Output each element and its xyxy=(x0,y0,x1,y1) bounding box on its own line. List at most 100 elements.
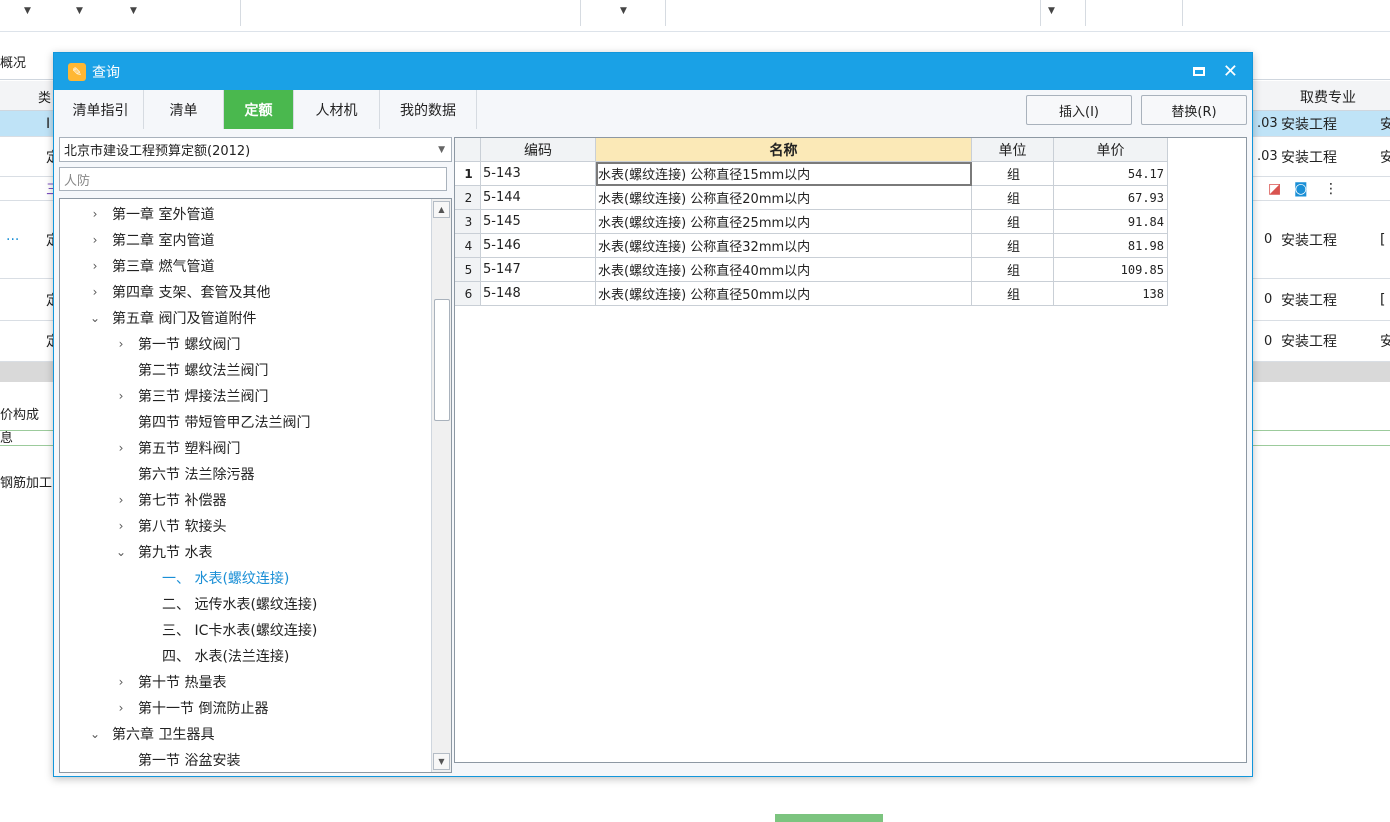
grid-cell-unit[interactable]: 组 xyxy=(972,282,1054,306)
grid-cell-price[interactable]: 91.84 xyxy=(1054,210,1168,234)
chevron-down-icon[interactable]: ▼ xyxy=(76,6,83,16)
chevron-down-icon[interactable]: ▼ xyxy=(1048,6,1055,16)
scroll-thumb[interactable] xyxy=(434,299,450,421)
grid-cell-code[interactable]: 5-144 xyxy=(481,186,596,210)
user-icon[interactable]: ◙ xyxy=(1294,177,1308,200)
tree-item[interactable]: › 第十节 热量表 xyxy=(114,669,227,695)
replace-button[interactable]: 替换(R) xyxy=(1141,95,1247,125)
tree-item[interactable]: › 第八节 软接头 xyxy=(114,513,227,539)
grid-cell-price[interactable]: 138 xyxy=(1054,282,1168,306)
splitter-handle[interactable] xyxy=(775,814,883,822)
tab-overview[interactable]: 概况 xyxy=(0,52,26,71)
grid-cell-no[interactable]: 5 xyxy=(455,258,481,282)
chevron-down-icon[interactable]: ▼ xyxy=(620,6,627,16)
chevron-down-icon[interactable]: ⌄ xyxy=(114,545,128,559)
grid-cell-name[interactable]: 水表(螺纹连接) 公称直径32mm以内 xyxy=(596,234,972,258)
tree-item[interactable]: 第六节 法兰除污器 xyxy=(114,461,254,487)
grid-cell-name[interactable]: 水表(螺纹连接) 公称直径40mm以内 xyxy=(596,258,972,282)
dialog-titlebar[interactable]: ✎ 查询 ✕ xyxy=(54,53,1252,90)
search-input[interactable]: 人防 xyxy=(59,167,447,191)
grid-cell-name[interactable]: 水表(螺纹连接) 公称直径50mm以内 xyxy=(596,282,972,306)
grid-cell-code[interactable]: 5-143 xyxy=(481,162,596,186)
chevron-down-icon[interactable]: ▼ xyxy=(130,6,137,16)
column-header-price[interactable]: 单价 xyxy=(1054,138,1168,162)
chevron-right-icon[interactable]: › xyxy=(114,493,128,507)
grid-cell-price[interactable]: 109.85 xyxy=(1054,258,1168,282)
column-header-no[interactable] xyxy=(455,138,481,162)
pdf-icon[interactable]: ◪ xyxy=(1268,177,1281,200)
grid-cell-no[interactable]: 4 xyxy=(455,234,481,258)
tree-item[interactable]: 四、 水表(法兰连接) xyxy=(138,643,289,669)
tree-item[interactable]: 第一节 浴盆安装 xyxy=(114,747,240,772)
grid-cell-no[interactable]: 2 xyxy=(455,186,481,210)
tab-bill-guide[interactable]: 清单指引 xyxy=(58,90,144,129)
grid-cell-unit[interactable]: 组 xyxy=(972,234,1054,258)
grid-cell-code[interactable]: 5-145 xyxy=(481,210,596,234)
scroll-down-arrow-icon[interactable]: ▼ xyxy=(433,753,450,770)
grid-cell-no[interactable]: 3 xyxy=(455,210,481,234)
chevron-right-icon[interactable]: › xyxy=(88,207,102,221)
grid-cell-unit[interactable]: 组 xyxy=(972,162,1054,186)
tree-item[interactable]: › 第十一节 倒流防止器 xyxy=(114,695,269,721)
chevron-right-icon[interactable]: › xyxy=(114,701,128,715)
column-header-unit[interactable]: 单位 xyxy=(972,138,1054,162)
tab-labor-material-machine[interactable]: 人材机 xyxy=(294,90,380,129)
tree-item[interactable]: ⌄ 第六章 卫生器具 xyxy=(88,721,214,747)
grid-cell-name[interactable]: 水表(螺纹连接) 公称直径25mm以内 xyxy=(596,210,972,234)
tree-item[interactable]: › 第四章 支架、套管及其他 xyxy=(88,279,271,305)
chevron-right-icon[interactable]: › xyxy=(88,259,102,273)
chevron-right-icon[interactable]: › xyxy=(114,519,128,533)
chevron-right-icon[interactable]: › xyxy=(114,389,128,403)
chevron-down-icon[interactable]: ⌄ xyxy=(88,727,102,741)
grid-cell-code[interactable]: 5-148 xyxy=(481,282,596,306)
tab-my-data[interactable]: 我的数据 xyxy=(380,90,477,129)
more-icon[interactable]: ⋮ xyxy=(1324,177,1338,200)
tree-item[interactable]: › 第二章 室内管道 xyxy=(88,227,215,253)
chevron-right-icon[interactable]: › xyxy=(114,337,128,351)
grid-cell-name[interactable]: 水表(螺纹连接) 公称直径20mm以内 xyxy=(596,186,972,210)
grid-cell-unit[interactable]: 组 xyxy=(972,186,1054,210)
tab-quota[interactable]: 定额 xyxy=(224,90,294,129)
tree-item[interactable]: 三、 IC卡水表(螺纹连接) xyxy=(138,617,317,643)
grid-cell-price[interactable]: 81.98 xyxy=(1054,234,1168,258)
grid-cell-unit[interactable]: 组 xyxy=(972,210,1054,234)
tree-item[interactable]: 第二节 螺纹法兰阀门 xyxy=(114,357,268,383)
grid-cell-unit[interactable]: 组 xyxy=(972,258,1054,282)
tree-item[interactable]: 一、 水表(螺纹连接) xyxy=(138,565,289,591)
tab-price-composition[interactable]: 价构成 xyxy=(0,404,39,423)
scroll-up-arrow-icon[interactable]: ▲ xyxy=(433,201,450,218)
grid-cell-no[interactable]: 1 xyxy=(455,162,481,186)
grid-cell-code[interactable]: 5-146 xyxy=(481,234,596,258)
chevron-down-icon[interactable]: ⌄ xyxy=(88,311,102,325)
quota-library-select[interactable]: 北京市建设工程预算定额(2012) ▼ xyxy=(59,137,452,162)
grid-cell-no[interactable]: 6 xyxy=(455,282,481,306)
tree-item[interactable]: › 第一章 室外管道 xyxy=(88,201,215,227)
chevron-right-icon[interactable]: › xyxy=(88,233,102,247)
insert-button[interactable]: 插入(I) xyxy=(1026,95,1132,125)
chevron-right-icon[interactable]: › xyxy=(114,441,128,455)
grid-cell-name[interactable]: 水表(螺纹连接) 公称直径15mm以内 xyxy=(596,162,972,186)
column-header-code[interactable]: 编码 xyxy=(481,138,596,162)
chevron-down-icon[interactable]: ▼ xyxy=(24,6,31,16)
column-header-name[interactable]: 名称 xyxy=(596,138,972,162)
tree-item[interactable]: › 第三节 焊接法兰阀门 xyxy=(114,383,269,409)
close-icon[interactable]: ✕ xyxy=(1223,62,1238,81)
tree-item[interactable]: › 第五节 塑料阀门 xyxy=(114,435,241,461)
grid-cell-price[interactable]: 67.93 xyxy=(1054,186,1168,210)
tab-bill[interactable]: 清单 xyxy=(144,90,224,129)
tree-vertical-scrollbar[interactable]: ▲ ▼ xyxy=(431,199,451,772)
tree-item[interactable]: ⌄ 第九节 水表 xyxy=(114,539,212,565)
tree-item[interactable]: › 第七节 补偿器 xyxy=(114,487,227,513)
chevron-down-icon[interactable]: ▼ xyxy=(438,145,445,155)
ellipsis-button[interactable]: ··· xyxy=(6,201,19,278)
tree-item[interactable]: ⌄ 第五章 阀门及管道附件 xyxy=(88,305,256,331)
chevron-right-icon[interactable]: › xyxy=(114,675,128,689)
tree-item[interactable]: › 第一节 螺纹阀门 xyxy=(114,331,241,357)
maximize-icon[interactable] xyxy=(1192,67,1205,76)
grid-cell-price[interactable]: 54.17 xyxy=(1054,162,1168,186)
tree-item[interactable]: › 第三章 燃气管道 xyxy=(88,253,215,279)
grid-cell-code[interactable]: 5-147 xyxy=(481,258,596,282)
tree-item[interactable]: 第四节 带短管甲乙法兰阀门 xyxy=(114,409,310,435)
tree-item[interactable]: 二、 远传水表(螺纹连接) xyxy=(138,591,317,617)
chevron-right-icon[interactable]: › xyxy=(88,285,102,299)
